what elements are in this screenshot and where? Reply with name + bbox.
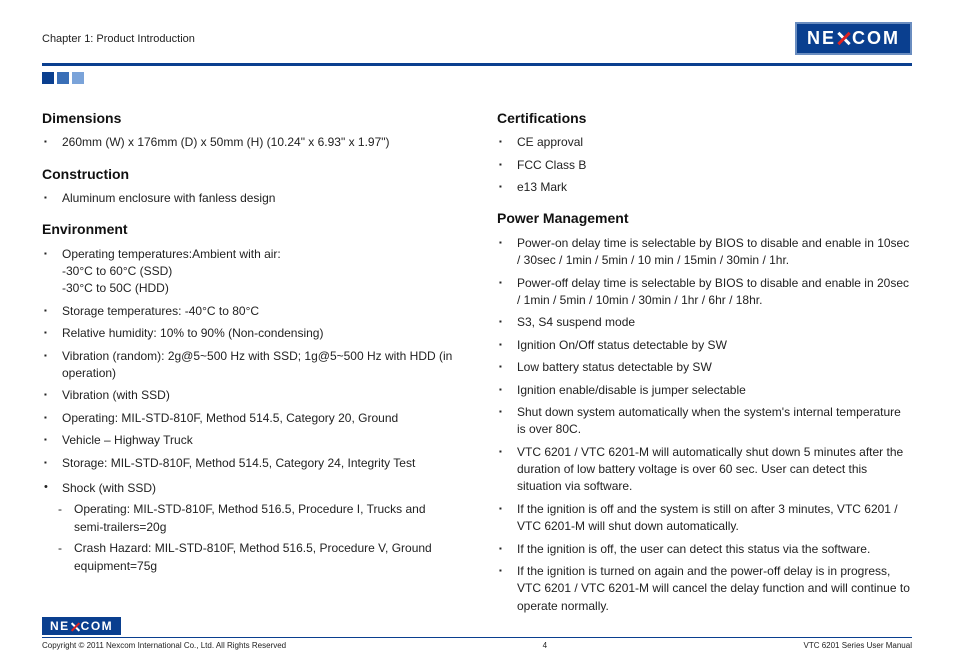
pm-ignition-detect: If the ignition is off, the user can det… xyxy=(513,541,912,558)
footer-page-number: 4 xyxy=(543,641,547,650)
footer-rule xyxy=(42,637,912,638)
footer-manual: VTC 6201 Series User Manual xyxy=(803,641,912,650)
env-storage-temp: Storage temperatures: -40°C to 80°C xyxy=(58,303,457,320)
environment-heading: Environment xyxy=(42,219,457,239)
cert-ce: CE approval xyxy=(513,134,912,151)
env-shock-crash: Crash Hazard: MIL-STD-810F, Method 516.5… xyxy=(70,540,457,575)
logo-text-right: COM xyxy=(852,28,900,49)
logo-x-icon xyxy=(837,32,851,46)
footer-logo: NE COM xyxy=(42,617,121,635)
pm-low-battery: Low battery status detectable by SW xyxy=(513,359,912,376)
env-optemp-ssd: -30°C to 60°C (SSD) xyxy=(62,263,457,280)
env-vibration-ssd: Vibration (with SSD) xyxy=(58,387,457,404)
pm-off-delay: Power-off delay time is selectable by BI… xyxy=(513,275,912,310)
left-column: Dimensions 260mm (W) x 176mm (D) x 50mm … xyxy=(42,108,457,623)
right-column: Certifications CE approval FCC Class B e… xyxy=(497,108,912,623)
square-mid-icon xyxy=(57,72,69,84)
env-shock: Shock (with SSD) xyxy=(58,480,457,497)
pm-ignition-off: If the ignition is off and the system is… xyxy=(513,501,912,536)
cert-fcc: FCC Class B xyxy=(513,157,912,174)
footer-row: Copyright © 2011 Nexcom International Co… xyxy=(42,641,912,650)
pm-ignition-on-again: If the ignition is turned on again and t… xyxy=(513,563,912,615)
env-operating: Operating: MIL-STD-810F, Method 514.5, C… xyxy=(58,410,457,427)
construction-item: Aluminum enclosure with fanless design xyxy=(58,190,457,207)
env-shock-operating: Operating: MIL-STD-810F, Method 516.5, P… xyxy=(70,501,457,536)
env-storage: Storage: MIL-STD-810F, Method 514.5, Cat… xyxy=(58,455,457,472)
pm-ignition-status: Ignition On/Off status detectable by SW xyxy=(513,337,912,354)
power-heading: Power Management xyxy=(497,208,912,228)
env-optemp-hdd: -30°C to 50C (HDD) xyxy=(62,280,457,297)
pm-ignition-jumper: Ignition enable/disable is jumper select… xyxy=(513,382,912,399)
square-light-icon xyxy=(72,72,84,84)
logo-text-left: NE xyxy=(807,28,836,49)
page-footer: NE COM Copyright © 2011 Nexcom Internati… xyxy=(42,617,912,650)
pm-shutdown-temp: Shut down system automatically when the … xyxy=(513,404,912,439)
dimensions-heading: Dimensions xyxy=(42,108,457,128)
construction-heading: Construction xyxy=(42,164,457,184)
square-dark-icon xyxy=(42,72,54,84)
footer-logo-right: COM xyxy=(81,619,114,633)
cert-e13: e13 Mark xyxy=(513,179,912,196)
env-humidity: Relative humidity: 10% to 90% (Non-conde… xyxy=(58,325,457,342)
content-area: Dimensions 260mm (W) x 176mm (D) x 50mm … xyxy=(42,108,912,623)
env-vibration-random: Vibration (random): 2g@5~500 Hz with SSD… xyxy=(58,348,457,383)
footer-logo-x-icon xyxy=(71,622,80,631)
header-rule xyxy=(42,63,912,66)
pm-vtc-shutdown: VTC 6201 / VTC 6201-M will automatically… xyxy=(513,444,912,496)
chapter-title: Chapter 1: Product Introduction xyxy=(42,33,195,45)
footer-copyright: Copyright © 2011 Nexcom International Co… xyxy=(42,641,286,650)
pm-on-delay: Power-on delay time is selectable by BIO… xyxy=(513,235,912,270)
nexcom-logo: NE COM xyxy=(795,22,912,55)
env-vehicle: Vehicle – Highway Truck xyxy=(58,432,457,449)
pm-suspend: S3, S4 suspend mode xyxy=(513,314,912,331)
page-header: Chapter 1: Product Introduction NE COM xyxy=(42,22,912,61)
certifications-heading: Certifications xyxy=(497,108,912,128)
dimensions-item: 260mm (W) x 176mm (D) x 50mm (H) (10.24"… xyxy=(58,134,457,151)
footer-logo-left: NE xyxy=(50,619,70,633)
env-optemp-label: Operating temperatures:Ambient with air: xyxy=(62,247,281,261)
env-optemp: Operating temperatures:Ambient with air:… xyxy=(58,246,457,298)
header-squares xyxy=(42,72,912,84)
